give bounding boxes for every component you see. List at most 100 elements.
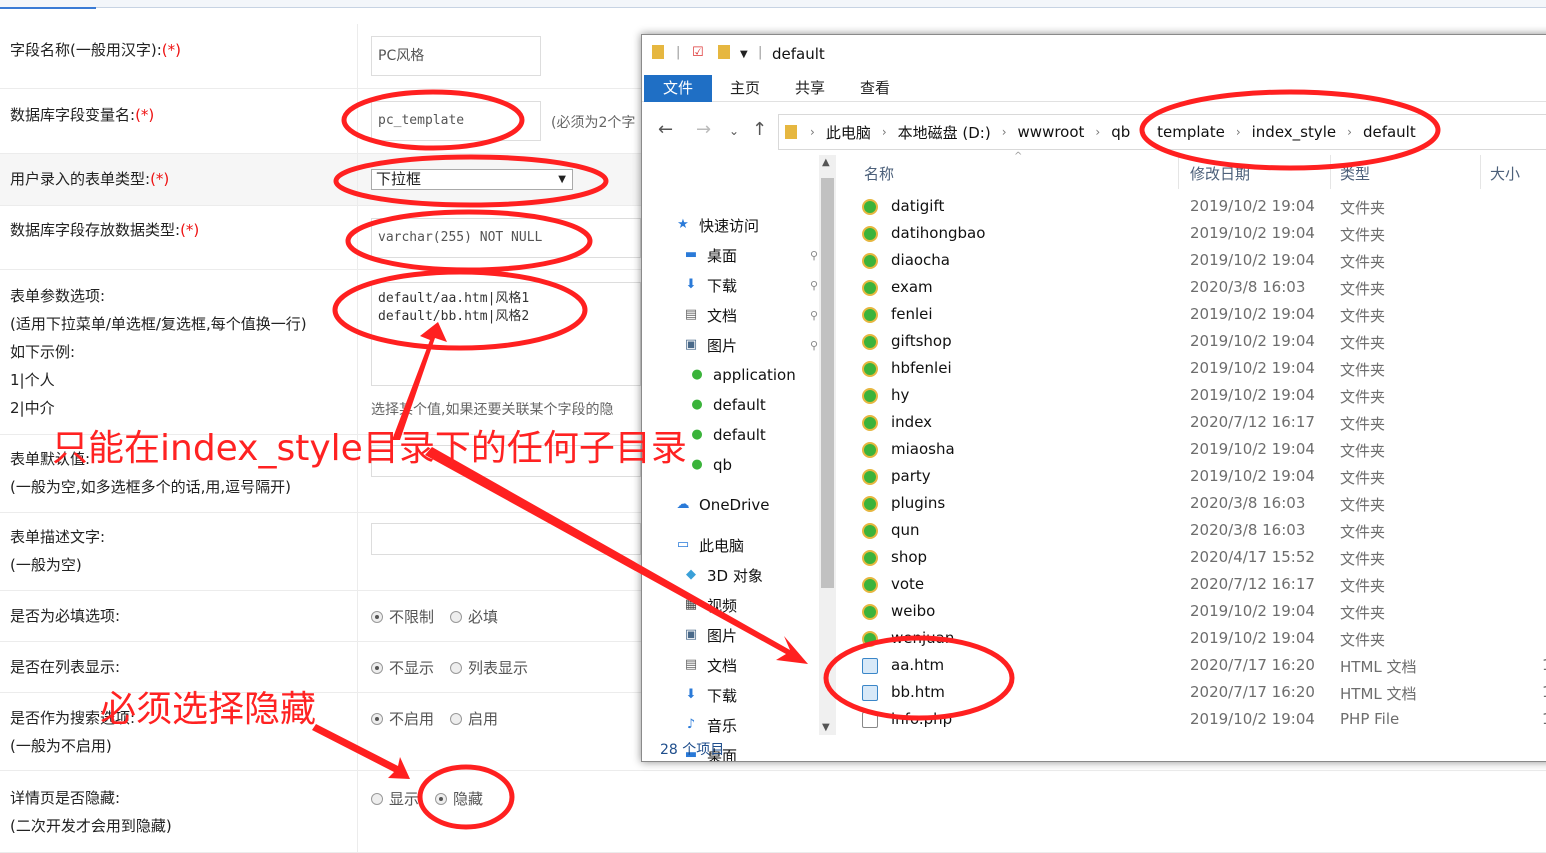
radio-show[interactable] bbox=[450, 661, 463, 674]
file-name: shop bbox=[891, 548, 928, 566]
customize-arrow-icon[interactable]: ▼ bbox=[740, 49, 748, 60]
folder-icon bbox=[785, 125, 797, 139]
options-textarea[interactable]: default/aa.htm|风格1 default/bb.htm|风格2 bbox=[371, 282, 641, 386]
tab-home[interactable]: 主页 bbox=[722, 75, 768, 102]
crumb-this-pc[interactable]: 此电脑 bbox=[826, 122, 871, 143]
file-row-fenlei[interactable]: fenlei 2019/10/2 19:04 文件夹 bbox=[838, 301, 1546, 328]
nav-item-3D-对象[interactable]: ◆ 3D 对象 bbox=[682, 561, 818, 589]
tab-view[interactable]: 查看 bbox=[852, 75, 898, 102]
scroll-up-icon[interactable]: ▲ bbox=[822, 157, 830, 168]
nav-item-下载[interactable]: ⬇ 下载 ⚲ bbox=[682, 271, 818, 299]
file-row-hy[interactable]: hy 2019/10/2 19:04 文件夹 bbox=[838, 382, 1546, 409]
db-var-label: 数据库字段变量名:(*) bbox=[10, 101, 154, 129]
column-type[interactable]: 类型 bbox=[1340, 163, 1370, 184]
required-mark: (*) bbox=[150, 170, 170, 188]
nav-item-图片[interactable]: ▣ 图片 ⚲ bbox=[682, 331, 818, 359]
file-name: giftshop bbox=[891, 332, 952, 350]
file-row-vote[interactable]: vote 2020/7/12 16:17 文件夹 bbox=[838, 571, 1546, 598]
input-type-select[interactable]: 下拉框 ▼ bbox=[371, 169, 573, 190]
video-icon: ▦ bbox=[684, 597, 698, 612]
radio-label: 显示 bbox=[389, 790, 420, 808]
file-row-hbfenlei[interactable]: hbfenlei 2019/10/2 19:04 文件夹 bbox=[838, 355, 1546, 382]
scroll-thumb[interactable] bbox=[821, 178, 834, 588]
file-row-exam[interactable]: exam 2020/3/8 16:03 文件夹 bbox=[838, 274, 1546, 301]
file-type: 文件夹 bbox=[1340, 496, 1386, 514]
field-name-input[interactable]: PC风格 bbox=[371, 36, 541, 76]
file-type: 文件夹 bbox=[1340, 199, 1386, 217]
nav-item-此电脑[interactable]: ▭ 此电脑 bbox=[674, 531, 818, 559]
radio-detail-show[interactable] bbox=[371, 792, 383, 805]
folder-icon: ● bbox=[691, 367, 703, 382]
scroll-down-icon[interactable]: ▼ bbox=[822, 722, 830, 733]
nav-item-文档[interactable]: ▤ 文档 bbox=[682, 651, 818, 679]
properties-icon[interactable]: ☑ bbox=[692, 45, 704, 60]
nav-item-文档[interactable]: ▤ 文档 ⚲ bbox=[682, 301, 818, 329]
file-row-datihongbao[interactable]: datihongbao 2019/10/2 19:04 文件夹 bbox=[838, 220, 1546, 247]
radio-enable[interactable] bbox=[450, 712, 463, 725]
folder-icon: ● bbox=[691, 427, 703, 442]
nav-scrollbar[interactable]: ▲ ▼ bbox=[819, 155, 836, 735]
file-row-qun[interactable]: qun 2020/3/8 16:03 文件夹 bbox=[838, 517, 1546, 544]
radio-label: 不启用 bbox=[389, 710, 435, 728]
radio-hide[interactable] bbox=[371, 661, 383, 674]
new-folder-icon[interactable] bbox=[718, 45, 732, 63]
options-label: 表单参数选项: bbox=[10, 287, 106, 305]
description-input[interactable] bbox=[371, 523, 641, 555]
nav-item-音乐[interactable]: ♪ 音乐 bbox=[682, 711, 818, 739]
file-row-diaocha[interactable]: diaocha 2019/10/2 19:04 文件夹 bbox=[838, 247, 1546, 274]
radio-required[interactable] bbox=[450, 610, 463, 623]
crumb-template[interactable]: template bbox=[1157, 123, 1225, 141]
column-name[interactable]: 名称 bbox=[864, 163, 894, 184]
radio-detail-hide[interactable] bbox=[435, 792, 448, 805]
file-row-miaosha[interactable]: miaosha 2019/10/2 19:04 文件夹 bbox=[838, 436, 1546, 463]
nav-item-default[interactable]: ● default bbox=[688, 421, 818, 449]
radio-no-limit[interactable] bbox=[371, 610, 383, 623]
up-arrow-icon[interactable]: ↑ bbox=[752, 119, 767, 140]
crumb-wwwroot[interactable]: wwwroot bbox=[1018, 123, 1085, 141]
nav-item-qb[interactable]: ● qb bbox=[688, 451, 818, 479]
forward-arrow-icon[interactable]: → bbox=[696, 119, 711, 140]
column-size[interactable]: 大小 bbox=[1490, 163, 1520, 184]
nav-item-视频[interactable]: ▦ 视频 bbox=[682, 591, 818, 619]
nav-item-OneDrive[interactable]: ☁ OneDrive bbox=[674, 491, 818, 519]
file-row-giftshop[interactable]: giftshop 2019/10/2 19:04 文件夹 bbox=[838, 328, 1546, 355]
crumb-index-style[interactable]: index_style bbox=[1252, 123, 1337, 141]
folder-icon bbox=[862, 280, 878, 296]
tab-file[interactable]: 文件 bbox=[644, 75, 712, 102]
nav-item-快速访问[interactable]: ★ 快速访问 bbox=[674, 211, 818, 239]
file-name: index bbox=[891, 413, 933, 431]
file-row-plugins[interactable]: plugins 2020/3/8 16:03 文件夹 bbox=[838, 490, 1546, 517]
file-row-party[interactable]: party 2019/10/2 19:04 文件夹 bbox=[838, 463, 1546, 490]
breadcrumb[interactable]: › 此电脑 › 本地磁盘 (D:) › wwwroot › qb › templ… bbox=[778, 114, 1546, 150]
separator: | bbox=[758, 45, 763, 60]
db-type-input[interactable]: varchar(255) NOT NULL bbox=[371, 218, 641, 258]
label-text: 数据库字段存放数据类型: bbox=[10, 221, 181, 239]
nav-item-default[interactable]: ● default bbox=[688, 391, 818, 419]
file-row-aa-htm[interactable]: aa.htm 2020/7/17 16:20 HTML 文档 1 bbox=[838, 652, 1546, 679]
file-row-datigift[interactable]: datigift 2019/10/2 19:04 文件夹 bbox=[838, 193, 1546, 220]
file-row-info-php[interactable]: info.php 2019/10/2 19:04 PHP File 1 bbox=[838, 706, 1546, 733]
file-row-index[interactable]: index 2020/7/12 16:17 文件夹 bbox=[838, 409, 1546, 436]
radio-disable[interactable] bbox=[371, 712, 383, 725]
column-date[interactable]: 修改日期 bbox=[1190, 163, 1250, 184]
recent-chevron-icon[interactable]: ⌄ bbox=[729, 124, 739, 138]
file-row-wenjuan[interactable]: wenjuan 2019/10/2 19:04 文件夹 bbox=[838, 625, 1546, 652]
file-name: hbfenlei bbox=[891, 359, 952, 377]
title-bar: | ☑ ▼ | default bbox=[642, 35, 1546, 73]
crumb-default[interactable]: default bbox=[1363, 123, 1416, 141]
nav-item-桌面[interactable]: ▬ 桌面 ⚲ bbox=[682, 241, 818, 269]
nav-item-application[interactable]: ● application bbox=[688, 361, 818, 389]
crumb-qb[interactable]: qb bbox=[1111, 123, 1130, 141]
back-arrow-icon[interactable]: ← bbox=[658, 119, 673, 140]
crumb-drive-d[interactable]: 本地磁盘 (D:) bbox=[898, 122, 991, 143]
file-date: 2019/10/2 19:04 bbox=[1190, 224, 1315, 242]
file-row-bb-htm[interactable]: bb.htm 2020/7/17 16:20 HTML 文档 1 bbox=[838, 679, 1546, 706]
file-date: 2019/10/2 19:04 bbox=[1190, 602, 1315, 620]
db-var-input[interactable]: pc_template bbox=[371, 101, 541, 141]
nav-item-下载[interactable]: ⬇ 下载 bbox=[682, 681, 818, 709]
file-size: 1 bbox=[1542, 656, 1546, 674]
tab-share[interactable]: 共享 bbox=[787, 75, 833, 102]
file-row-weibo[interactable]: weibo 2019/10/2 19:04 文件夹 bbox=[838, 598, 1546, 625]
nav-item-图片[interactable]: ▣ 图片 bbox=[682, 621, 818, 649]
file-row-shop[interactable]: shop 2020/4/17 15:52 文件夹 bbox=[838, 544, 1546, 571]
